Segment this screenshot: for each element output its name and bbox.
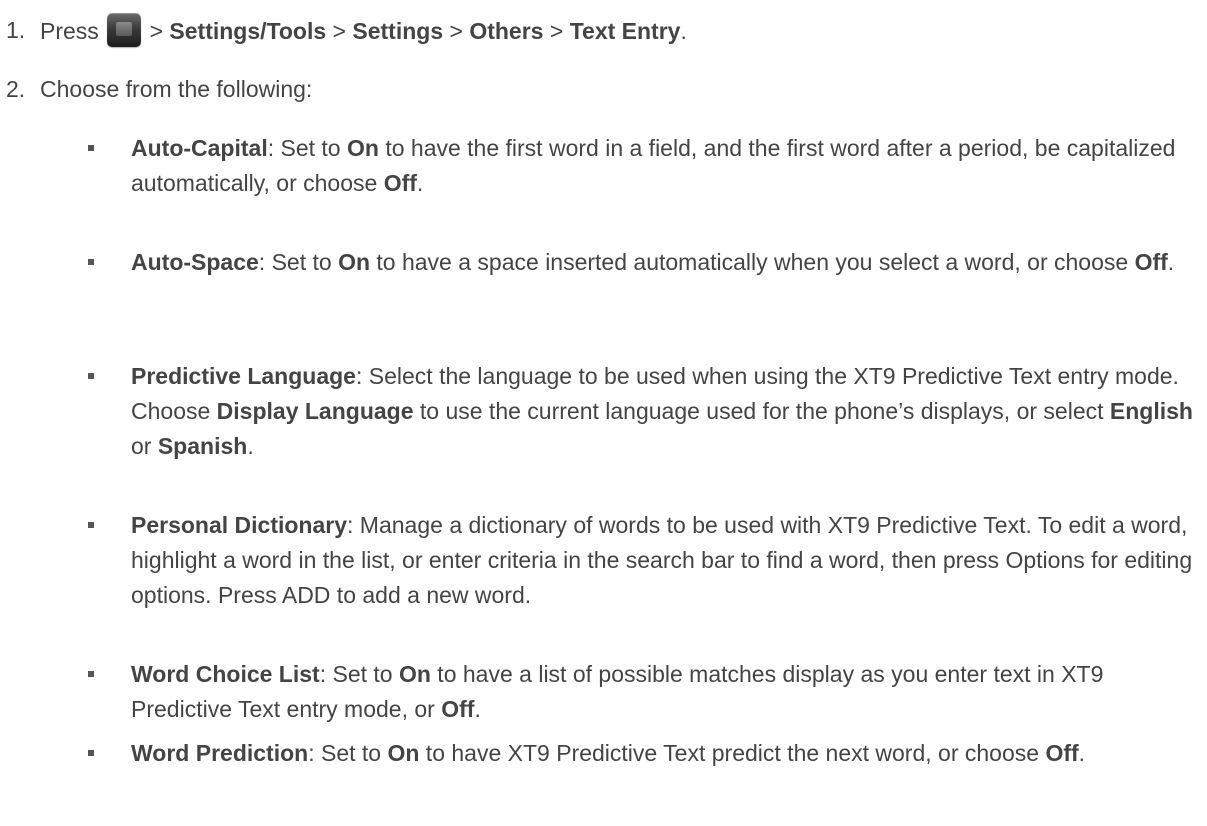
path-separator: > [543,18,570,44]
option-term: Predictive Language [131,363,356,389]
option-text: to have XT9 Predictive Text predict the … [419,740,1046,766]
option-value: Off [1045,740,1079,766]
option-value: Display Language [216,398,414,424]
option-term: Word Choice List [131,661,320,687]
option-value: English [1109,398,1193,424]
option-text: . [416,170,424,196]
option-description: Word Choice List: Set to On to have a li… [131,657,1196,727]
press-text: Press [40,18,99,44]
option-term: Auto-Space [131,249,259,275]
step-text: Press > Settings/Tools > Settings > Othe… [40,13,687,49]
step-text: Choose from the following: [40,76,313,102]
option-text: . [1078,740,1086,766]
bullet-icon [88,373,94,379]
option-value: Spanish [157,433,248,459]
path-separator: > [326,18,353,44]
bullet-icon [88,145,94,151]
option-value: On [398,661,431,687]
path-others: Others [469,18,544,44]
option-value: Off [1134,249,1168,275]
bullet-icon [88,750,94,756]
option-text: . [247,433,254,459]
option-term: Personal Dictionary [131,512,348,538]
step-number: 2. [6,76,26,102]
option-text: or [131,433,158,459]
option-description: Word Prediction: Set to On to have XT9 P… [131,736,1196,771]
bullet-icon [88,259,94,265]
path-settings-tools: Settings/Tools [169,18,327,44]
option-value: On [338,249,371,275]
option-text: . [474,696,481,722]
path-settings: Settings [352,18,444,44]
option-text: to use the current language used for the… [413,398,1110,424]
option-term: Word Prediction [131,740,309,766]
option-text: to have a space inserted automatically w… [370,249,1135,275]
menu-key-icon [107,13,142,47]
option-value: Off [441,696,475,722]
step-end: . [680,18,687,44]
option-text: : Set to [267,135,347,161]
bullet-icon [88,522,94,528]
bullet-icon [88,671,94,677]
path-separator: > [443,18,470,44]
option-description: Personal Dictionary: Manage a dictionary… [131,508,1196,613]
option-description: Predictive Language: Select the language… [131,359,1196,464]
option-text: . [1167,249,1175,275]
option-value: Off [383,170,417,196]
option-value: On [346,135,379,161]
option-text: : Set to [308,740,388,766]
option-term: Auto-Capital [131,135,268,161]
option-description: Auto-Space: Set to On to have a space in… [131,245,1196,280]
step-number: 1. [6,17,26,43]
option-value: On [387,740,420,766]
path-text-entry: Text Entry [569,18,681,44]
option-text: : Set to [319,661,399,687]
path-separator: > [143,18,170,44]
option-text: : Set to [258,249,339,275]
option-description: Auto-Capital: Set to On to have the firs… [131,131,1196,201]
